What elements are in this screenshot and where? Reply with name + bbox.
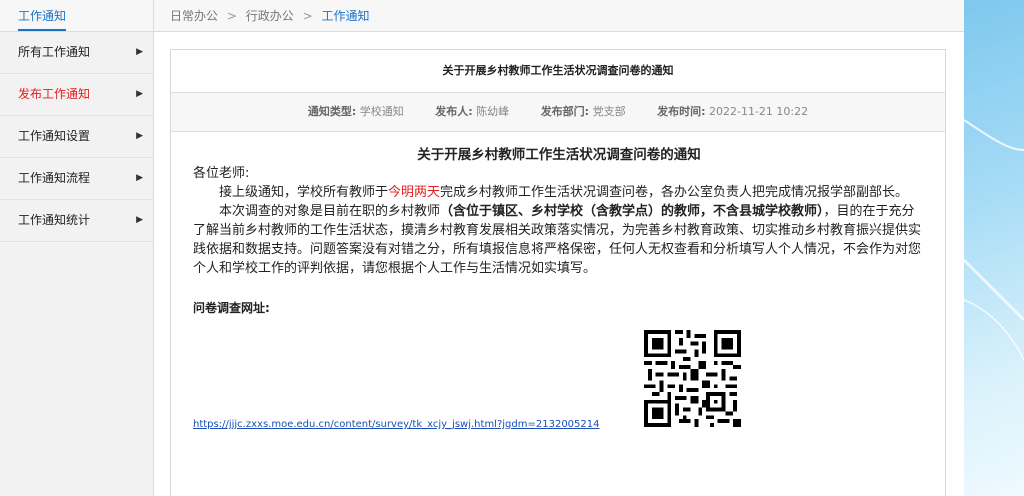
sidebar-item-label: 工作通知流程 [18, 171, 91, 185]
app-root: 工作通知 所有工作通知 ▶ 发布工作通知 ▶ 工作通知设置 ▶ 工作通知流程 ▶… [0, 0, 1024, 496]
sidebar-item-label: 工作通知设置 [18, 129, 91, 143]
meta-publisher-value: 陈幼峰 [476, 105, 510, 118]
triangle-right-icon: ▶ [136, 47, 143, 57]
meta-type-value: 学校通知 [359, 105, 404, 118]
sidebar-item-all-notices[interactable]: 所有工作通知 ▶ [0, 32, 153, 74]
sidebar: 工作通知 所有工作通知 ▶ 发布工作通知 ▶ 工作通知设置 ▶ 工作通知流程 ▶… [0, 0, 154, 496]
meta-type: 通知类型: 学校通知 [308, 105, 407, 118]
meta-time-value: 2022-11-21 10:22 [709, 105, 809, 118]
breadcrumb: 日常办公 > 行政办公 > 工作通知 [154, 0, 964, 32]
deadline-highlight: 今明两天 [388, 185, 441, 200]
sidebar-menu: 所有工作通知 ▶ 发布工作通知 ▶ 工作通知设置 ▶ 工作通知流程 ▶ 工作通知… [0, 32, 153, 242]
paragraph-2-scope: （含位于镇区、乡村学校（含教学点）的教师，不含县城学校教师） [440, 204, 824, 219]
survey-url-label: 问卷调查网址: [193, 301, 270, 315]
meta-publisher-label: 发布人: [435, 105, 473, 118]
paragraph-2: 本次调查的对象是目前在职的乡村教师（含位于镇区、乡村学校（含教学点）的教师，不含… [193, 202, 925, 278]
sidebar-header: 工作通知 [0, 0, 153, 32]
meta-dept: 发布部门: 党支部 [541, 105, 629, 118]
greeting: 各位老师: [193, 166, 250, 181]
notice-meta: 通知类型: 学校通知 发布人: 陈幼峰 发布部门: 党支部 发布时间: 2022… [171, 93, 945, 132]
paragraph-2-text-a: 本次调查的对象是目前在职的乡村教师 [219, 204, 441, 219]
meta-publisher: 发布人: 陈幼峰 [435, 105, 512, 118]
paragraph-1-text-a: 接上级通知，学校所有教师于 [219, 185, 389, 200]
triangle-right-icon: ▶ [136, 131, 143, 141]
sidebar-item-notice-stats[interactable]: 工作通知统计 ▶ [0, 200, 153, 242]
triangle-right-icon: ▶ [136, 89, 143, 99]
notice-body: 关于开展乡村教师工作生活状况调查问卷的通知 各位老师: 接上级通知，学校所有教师… [171, 146, 945, 433]
meta-dept-value: 党支部 [592, 105, 626, 118]
meta-time-label: 发布时间: [657, 105, 706, 118]
sidebar-item-notice-flow[interactable]: 工作通知流程 ▶ [0, 158, 153, 200]
breadcrumb-item-daily-office[interactable]: 日常办公 [170, 9, 218, 23]
breadcrumb-separator: > [302, 9, 313, 23]
sidebar-item-label: 发布工作通知 [18, 87, 91, 101]
notice-header-title: 关于开展乡村教师工作生活状况调查问卷的通知 [171, 50, 945, 93]
breadcrumb-separator: > [226, 9, 237, 23]
survey-link[interactable]: https://jjjc.zxxs.moe.edu.cn/content/sur… [193, 418, 600, 432]
meta-type-label: 通知类型: [307, 105, 357, 118]
sidebar-item-notice-settings[interactable]: 工作通知设置 ▶ [0, 116, 153, 158]
sidebar-header-title: 工作通知 [18, 3, 67, 31]
notice-card: 关于开展乡村教师工作生活状况调查问卷的通知 通知类型: 学校通知 发布人: 陈幼… [170, 49, 946, 496]
decorative-side-panel [962, 0, 1024, 496]
sidebar-item-label: 工作通知统计 [18, 213, 91, 227]
paragraph-1: 接上级通知，学校所有教师于今明两天完成乡村教师工作生活状况调查问卷，各办公室负责… [193, 183, 925, 202]
decorative-curves [962, 119, 1024, 361]
qr-code-icon [643, 330, 741, 427]
meta-dept-label: 发布部门: [540, 105, 590, 118]
content-area: 关于开展乡村教师工作生活状况调查问卷的通知 通知类型: 学校通知 发布人: 陈幼… [154, 32, 964, 496]
breadcrumb-item-work-notice[interactable]: 工作通知 [321, 9, 369, 23]
triangle-right-icon: ▶ [136, 215, 143, 225]
sidebar-item-publish-notice[interactable]: 发布工作通知 ▶ [0, 74, 153, 116]
paragraph-1-text-b: 完成乡村教师工作生活状况调查问卷，各办公室负责人把完成情况报学部副部长。 [440, 185, 909, 200]
meta-time: 发布时间: 2022-11-21 10:22 [657, 105, 808, 118]
breadcrumb-item-admin-office[interactable]: 行政办公 [246, 9, 294, 23]
triangle-right-icon: ▶ [136, 173, 143, 183]
notice-body-title: 关于开展乡村教师工作生活状况调查问卷的通知 [417, 147, 701, 163]
sidebar-item-label: 所有工作通知 [18, 45, 91, 59]
